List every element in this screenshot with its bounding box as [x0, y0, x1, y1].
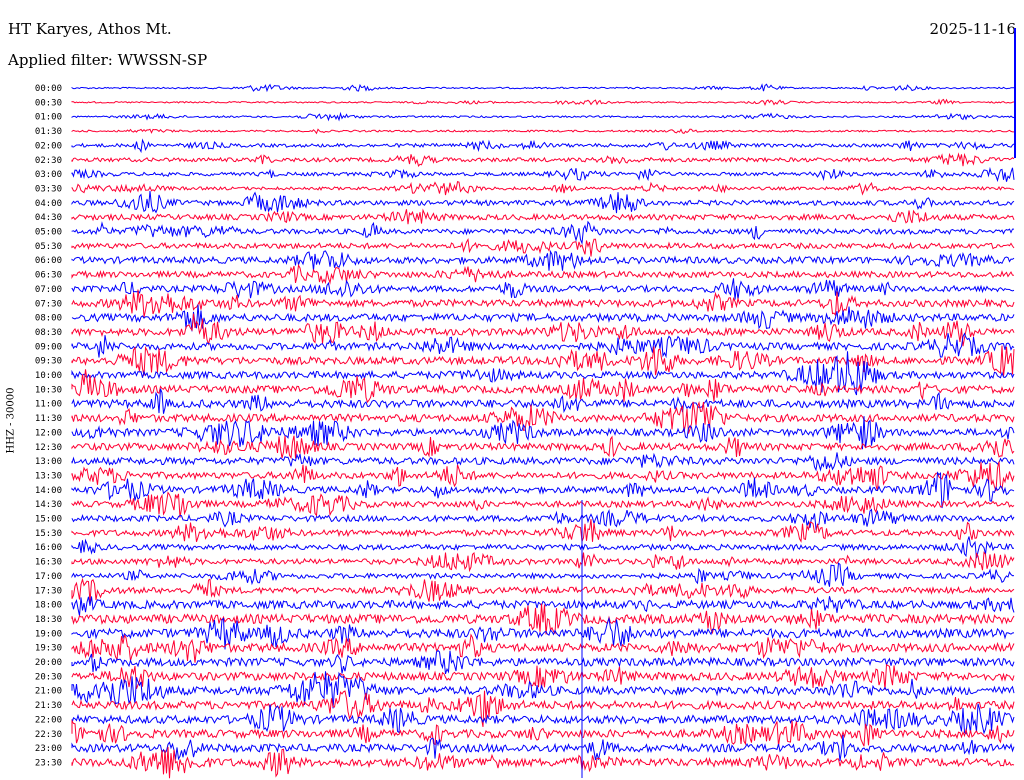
time-label: 02:30	[35, 156, 62, 166]
trace-row-1300	[71, 452, 1015, 472]
time-label-group: 00:00 00:30 01:00 01:30 02:00 02:30 03:00 03:30…	[35, 84, 62, 768]
trace-row-0130	[71, 128, 1014, 135]
time-label: 09:30	[35, 357, 62, 367]
time-label: 17:30	[35, 586, 62, 596]
trace-row-2330	[71, 746, 1015, 779]
trace-row-0200	[71, 138, 1015, 154]
time-label: 15:00	[35, 515, 62, 525]
time-label: 10:30	[35, 385, 62, 395]
time-label: 23:30	[35, 758, 62, 768]
trace-row-0430	[71, 208, 1015, 225]
time-label: 13:00	[35, 457, 62, 467]
time-label: 16:30	[35, 558, 62, 568]
time-label: 14:00	[35, 486, 62, 496]
trace-row-0530	[71, 237, 1015, 257]
trace-row-1730	[71, 577, 1015, 603]
time-label: 22:30	[35, 730, 62, 740]
time-label: 23:00	[35, 744, 62, 754]
time-label: 03:00	[35, 170, 62, 180]
helicorder-plot: 00:00 00:30 01:00 01:30 02:00 02:30 03:00 03:30…	[35, 28, 1016, 779]
time-label: 21:30	[35, 701, 62, 711]
trace-row-0930	[71, 345, 1015, 377]
trace-row-0400	[71, 190, 1015, 214]
time-label: 20:00	[35, 658, 62, 668]
time-label: 06:30	[35, 271, 62, 281]
time-label: 01:30	[35, 127, 62, 137]
trace-row-0630	[71, 263, 1015, 285]
trace-row-0030	[71, 98, 1015, 106]
time-label: 11:30	[35, 414, 62, 424]
trace-row-0000	[71, 83, 1014, 93]
trace-group	[71, 83, 1015, 779]
time-label: 16:00	[35, 543, 62, 553]
trace-row-1600	[71, 536, 1015, 559]
trace-row-0500	[71, 220, 1014, 246]
trace-row-1630	[71, 551, 1015, 573]
time-label: 19:00	[35, 629, 62, 639]
time-label: 00:00	[35, 84, 62, 94]
time-label: 10:00	[35, 371, 62, 381]
trace-row-0700	[71, 278, 1015, 300]
trace-row-1800	[71, 596, 1015, 616]
trace-row-0900	[71, 332, 1015, 359]
trace-row-0600	[71, 249, 1015, 271]
time-label: 05:00	[35, 228, 62, 238]
trace-row-1500	[71, 508, 1015, 531]
trace-row-1030	[71, 369, 1015, 404]
time-label: 17:00	[35, 572, 62, 582]
time-label: 22:00	[35, 715, 62, 725]
trace-row-1830	[71, 603, 1015, 635]
time-label: 01:00	[35, 113, 62, 123]
trace-row-0100	[71, 111, 1015, 122]
time-label: 08:00	[35, 314, 62, 324]
trace-row-2000	[71, 649, 1015, 675]
trace-row-0800	[71, 304, 1015, 332]
trace-row-1430	[71, 491, 1015, 518]
time-label: 15:30	[35, 529, 62, 539]
time-label: 12:00	[35, 428, 62, 438]
marker-group	[581, 28, 1016, 778]
time-label: 09:00	[35, 342, 62, 352]
time-label: 07:00	[35, 285, 62, 295]
time-label: 07:30	[35, 299, 62, 309]
trace-row-0300	[71, 166, 1015, 183]
time-label: 19:30	[35, 644, 62, 654]
time-label: 08:30	[35, 328, 62, 338]
time-label: 04:00	[35, 199, 62, 209]
time-label: 14:30	[35, 500, 62, 510]
trace-row-0330	[71, 180, 1015, 196]
time-label: 20:30	[35, 672, 62, 682]
trace-row-1700	[71, 562, 1015, 587]
time-label: 06:00	[35, 256, 62, 266]
time-label: 13:30	[35, 471, 62, 481]
trace-row-1330	[71, 461, 1015, 492]
time-label: 03:30	[35, 184, 62, 194]
time-label: 00:30	[35, 98, 62, 108]
time-label: 02:00	[35, 141, 62, 151]
time-label: 11:00	[35, 400, 62, 410]
time-label: 18:00	[35, 601, 62, 611]
trace-row-0230	[71, 152, 1015, 168]
time-label: 18:30	[35, 615, 62, 625]
trace-row-1930	[71, 633, 1015, 663]
time-label: 04:30	[35, 213, 62, 223]
time-label: 12:30	[35, 443, 62, 453]
time-label: 21:00	[35, 687, 62, 697]
trace-row-0730	[71, 289, 1015, 318]
time-label: 05:30	[35, 242, 62, 252]
